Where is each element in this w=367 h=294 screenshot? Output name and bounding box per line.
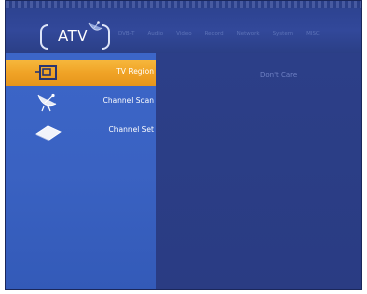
sidebar-item-label: Channel Set	[108, 125, 155, 134]
sidebar-item-tv-region[interactable]: TV Region	[6, 60, 156, 86]
sidebar-item-label: TV Region	[116, 67, 154, 76]
menu-tabs: DVB-T Audio Video Record Network System …	[118, 31, 320, 37]
tab-bracket-right	[102, 24, 110, 50]
top-menu-bar: ATV DVB-T Audio Video Record Network Sys…	[6, 8, 361, 53]
tab-dvb-t[interactable]: DVB-T	[118, 31, 135, 37]
sidebar-item-channel-scan[interactable]: Channel Scan	[6, 89, 156, 115]
sidebar-item-label: Channel Scan	[102, 96, 154, 105]
settings-content: Don't Care	[156, 53, 361, 289]
tab-video[interactable]: Video	[176, 31, 191, 37]
tv-region-icon	[35, 65, 57, 80]
tab-network[interactable]: Network	[237, 31, 260, 37]
tab-system[interactable]: System	[273, 31, 294, 37]
settings-screen: ATV DVB-T Audio Video Record Network Sys…	[5, 0, 362, 290]
tab-record[interactable]: Record	[205, 31, 224, 37]
tab-misc[interactable]: MISC	[306, 31, 320, 37]
tab-bracket-left	[40, 24, 48, 50]
satellite-dish-icon	[37, 93, 57, 112]
tab-atv-label: ATV	[58, 27, 89, 45]
tv-region-value[interactable]: Don't Care	[260, 71, 297, 79]
top-dot-strip	[6, 1, 361, 8]
sidebar-item-channel-set[interactable]: Channel Set	[6, 118, 156, 144]
tab-audio[interactable]: Audio	[148, 31, 164, 37]
sidebar: TV Region Channel Scan Channel Set	[6, 53, 156, 289]
channel-set-icon	[35, 125, 62, 141]
